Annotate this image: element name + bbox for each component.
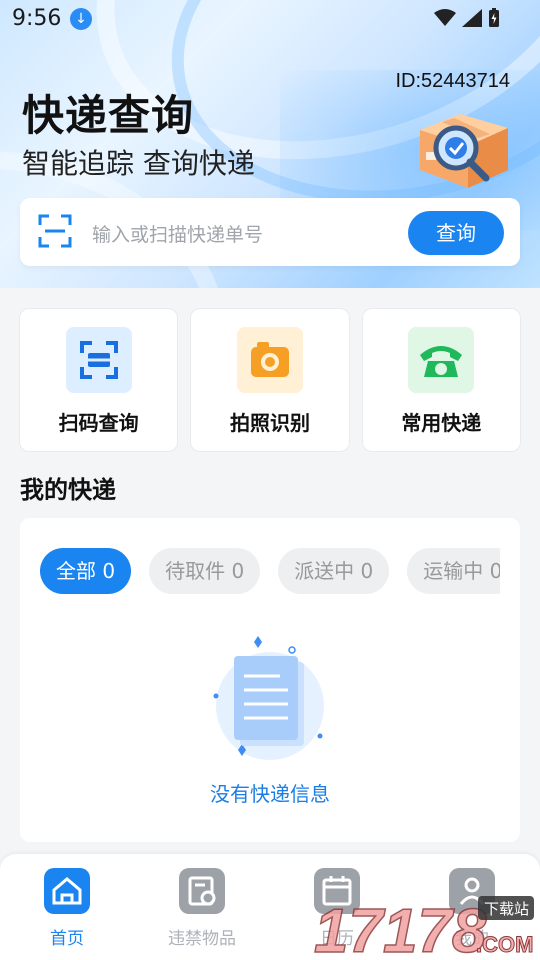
watermark-number: 17178 <box>314 897 487 960</box>
site-watermark: 17178 下载站 .COM <box>308 888 538 960</box>
photo-recognize-card[interactable]: 拍照识别 <box>190 308 350 452</box>
photo-recognize-label: 拍照识别 <box>229 411 310 435</box>
tab-in-transit[interactable]: 运输中 0 <box>407 548 500 594</box>
tab-all[interactable]: 全部 0 <box>40 548 132 594</box>
empty-document-illustration <box>213 636 324 760</box>
battery-icon <box>489 8 499 27</box>
tracking-number-input[interactable]: 输入或扫描快递单号 <box>92 220 263 247</box>
common-express-label: 常用快递 <box>401 411 482 435</box>
download-notification-icon: ↓ <box>70 8 92 30</box>
tabbar-home[interactable]: 首页 <box>12 868 122 949</box>
watermark-badge: 下载站 <box>484 900 529 918</box>
watermark-suffix: .COM <box>476 932 533 957</box>
scan-query-label: 扫码查询 <box>58 411 139 435</box>
common-express-card[interactable]: 常用快递 <box>361 308 521 452</box>
page-title: 快递查询 <box>22 91 195 140</box>
cell-signal-icon <box>462 9 482 27</box>
tabbar-prohibited-items-label: 违禁物品 <box>168 929 236 949</box>
my-express-card: 全部 0 待取件 0 派送中 0 运输中 0 没有快递信息 <box>20 518 520 842</box>
scan-icon <box>65 327 132 393</box>
scan-code-icon[interactable] <box>38 214 72 248</box>
tracking-search-bar: 输入或扫描快递单号 查询 <box>20 198 520 266</box>
express-status-tabs: 全部 0 待取件 0 派送中 0 运输中 0 <box>40 548 500 594</box>
status-icons <box>434 8 500 28</box>
tabbar-home-label: 首页 <box>50 929 84 949</box>
status-bar: 9:56 ↓ <box>0 0 540 38</box>
status-time: 9:56 <box>12 6 62 31</box>
phone-icon <box>408 327 475 393</box>
prohibited-items-icon <box>179 868 225 914</box>
home-icon <box>44 868 90 914</box>
tab-delivering[interactable]: 派送中 0 <box>278 548 390 594</box>
scan-query-card[interactable]: 扫码查询 <box>19 308 179 452</box>
empty-state-message: 没有快递信息 <box>210 782 330 806</box>
page-subtitle: 智能追踪 查询快递 <box>22 147 255 180</box>
wifi-icon <box>434 9 456 26</box>
feature-cards: 扫码查询 拍照识别 常用快递 <box>19 308 521 452</box>
camera-icon <box>236 327 303 393</box>
watermark-logo: 17178 下载站 .COM <box>313 896 534 960</box>
my-express-title: 我的快递 <box>20 476 116 504</box>
user-id-label: ID:52443714 <box>395 70 510 92</box>
package-magnifier-illustration <box>420 114 508 188</box>
query-button[interactable]: 查询 <box>408 211 504 255</box>
tabbar-prohibited-items[interactable]: 违禁物品 <box>147 868 257 949</box>
tab-pending-pickup[interactable]: 待取件 0 <box>149 548 261 594</box>
